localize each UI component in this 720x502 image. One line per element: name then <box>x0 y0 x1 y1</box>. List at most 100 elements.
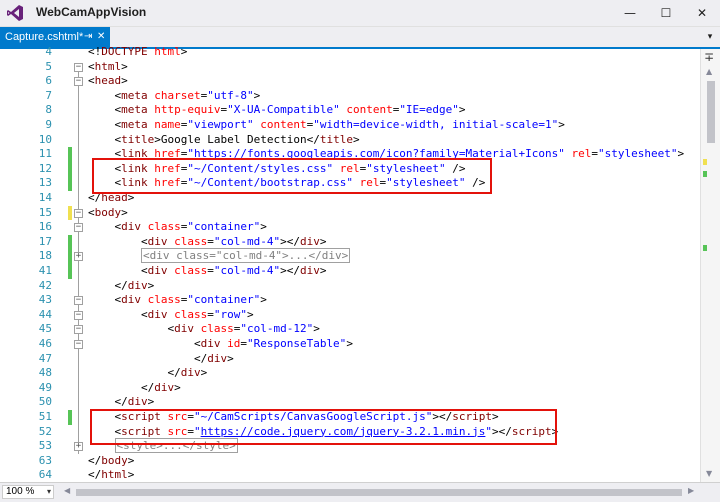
change-indicator <box>68 264 72 279</box>
code-line[interactable]: 42 </div> <box>0 279 700 294</box>
code-text: </body> <box>88 454 134 469</box>
code-text: </html> <box>88 468 134 483</box>
code-line[interactable]: 17 <div class="col-md-4"></div> <box>0 234 700 250</box>
line-number: 9 <box>45 118 52 131</box>
pin-tab-icon[interactable]: ⇥ <box>84 27 92 47</box>
code-token: div <box>147 307 168 321</box>
tab-list-dropdown-icon[interactable]: ▾ <box>704 30 716 44</box>
code-token: "container" <box>187 220 261 234</box>
collapse-icon[interactable]: − <box>74 223 83 233</box>
code-token: < <box>88 293 122 307</box>
expand-icon[interactable]: + <box>74 252 83 262</box>
code-token: "ResponseTable" <box>246 337 347 350</box>
code-text: <div class="container"> <box>88 293 266 308</box>
code-token: "IE=edge" <box>399 103 459 117</box>
scroll-up-icon[interactable]: ▲ <box>706 67 712 76</box>
code-line[interactable]: 8 <meta http-equiv="X-UA-Compatible" con… <box>0 103 700 118</box>
code-token: </ <box>88 395 128 409</box>
scroll-right-icon[interactable]: ▶ <box>688 486 694 495</box>
code-token: </ <box>88 366 181 380</box>
zoom-level-dropdown[interactable]: 100 % ▾ <box>2 485 54 499</box>
code-token: div <box>154 380 175 394</box>
code-token: "container" <box>187 293 261 307</box>
code-token: class <box>174 264 208 277</box>
change-indicator <box>68 176 72 191</box>
code-token: div <box>299 234 320 248</box>
code-line[interactable]: 6 − <head> <box>0 74 700 89</box>
line-number: 46 <box>38 337 52 350</box>
code-line[interactable]: 47 </div> <box>0 352 700 367</box>
code-token: "utf-8" <box>207 88 254 102</box>
tab-capture-cshtml[interactable]: Capture.cshtml* ⇥ ✕ <box>0 27 110 47</box>
code-line[interactable]: 15 − <body> <box>0 205 700 221</box>
collapse-icon[interactable]: − <box>74 340 83 349</box>
code-line[interactable]: 63 </body> <box>0 454 700 469</box>
close-window-button[interactable]: ✕ <box>684 0 720 26</box>
collapse-icon[interactable]: − <box>74 62 83 72</box>
collapsed-region[interactable]: <div class="col-md-4">...</div> <box>140 248 351 264</box>
code-token: > <box>352 132 360 146</box>
code-line[interactable]: 46 − <div id="ResponseTable"> <box>0 337 700 352</box>
scroll-down-icon[interactable]: ▼ <box>706 469 712 478</box>
code-line[interactable]: 45 − <div class="col-md-12"> <box>0 322 700 337</box>
code-line[interactable]: 16 − <div class="container"> <box>0 220 700 235</box>
chevron-down-icon: ▾ <box>46 487 51 496</box>
code-token: html <box>94 59 122 73</box>
code-line[interactable]: 18 + <div class="col-md-4">...</div> <box>0 248 700 264</box>
code-token: "width=device-width, initial-scale=1" <box>313 118 559 131</box>
code-token: > <box>227 351 234 365</box>
code-line[interactable]: 5 − <html> <box>0 60 700 75</box>
code-token: < <box>88 103 122 117</box>
change-marker <box>703 245 707 251</box>
horizontal-scrollbar-thumb[interactable] <box>76 489 682 496</box>
vertical-scrollbar[interactable]: ∓ ▲ ▼ <box>700 49 720 482</box>
code-token: class <box>174 307 208 321</box>
code-text: <div class="col-md-12"> <box>88 322 319 337</box>
code-line[interactable]: 44 − <div class="row"> <box>0 308 700 323</box>
code-token: id <box>227 337 241 350</box>
code-line[interactable]: 41 <div class="col-md-4"></div> <box>0 264 700 279</box>
code-line[interactable]: 64 </html> <box>0 468 700 483</box>
title-bar: WebCamAppVision — ☐ ✕ <box>0 0 720 27</box>
collapse-icon[interactable]: − <box>74 296 83 306</box>
highlight-box-css-links <box>92 158 492 194</box>
expand-icon[interactable]: + <box>74 442 83 452</box>
code-token: = <box>591 147 598 161</box>
code-line[interactable]: 43 − <div class="container"> <box>0 293 700 308</box>
code-line[interactable]: 7 <meta charset="utf-8"> <box>0 89 700 104</box>
code-token: < <box>88 74 95 88</box>
change-marker <box>703 159 707 165</box>
code-token: div <box>147 234 168 248</box>
collapse-icon[interactable]: − <box>74 77 83 87</box>
scroll-left-icon[interactable]: ◀ <box>64 486 70 495</box>
code-token: meta <box>121 118 148 131</box>
code-token: >Google Label Detection</ <box>154 132 320 146</box>
scrollbar-thumb[interactable] <box>707 81 715 143</box>
code-line[interactable]: 10 <title>Google Label Detection</title> <box>0 133 700 148</box>
collapse-icon[interactable]: − <box>74 310 83 320</box>
collapse-icon[interactable]: − <box>74 325 83 335</box>
close-tab-icon[interactable]: ✕ <box>97 27 105 47</box>
zoom-level-value: 100 % <box>6 486 35 497</box>
code-line[interactable]: 49 </div> <box>0 381 700 396</box>
line-number: 11 <box>38 147 52 161</box>
code-token: div <box>127 395 148 409</box>
line-number: 47 <box>38 351 52 365</box>
code-line[interactable]: 50 </div> <box>0 395 700 410</box>
split-editor-icon[interactable]: ∓ <box>704 50 714 64</box>
line-number: 16 <box>38 220 52 234</box>
line-number: 8 <box>45 103 52 117</box>
maximize-button[interactable]: ☐ <box>648 0 684 26</box>
code-line[interactable]: 48 </div> <box>0 366 700 381</box>
code-token: > <box>127 453 135 467</box>
code-text: </div> <box>88 352 234 367</box>
minimize-button[interactable]: — <box>612 0 648 26</box>
code-text: </div> <box>88 395 154 410</box>
code-text: <meta name="viewport" content="width=dev… <box>88 118 564 133</box>
code-token: </ <box>88 278 128 292</box>
change-indicator <box>68 249 72 264</box>
code-line[interactable]: 4 <!DOCTYPE html> <box>0 45 700 60</box>
code-line[interactable]: 9 <meta name="viewport" content="width=d… <box>0 118 700 133</box>
collapse-icon[interactable]: − <box>74 208 83 218</box>
